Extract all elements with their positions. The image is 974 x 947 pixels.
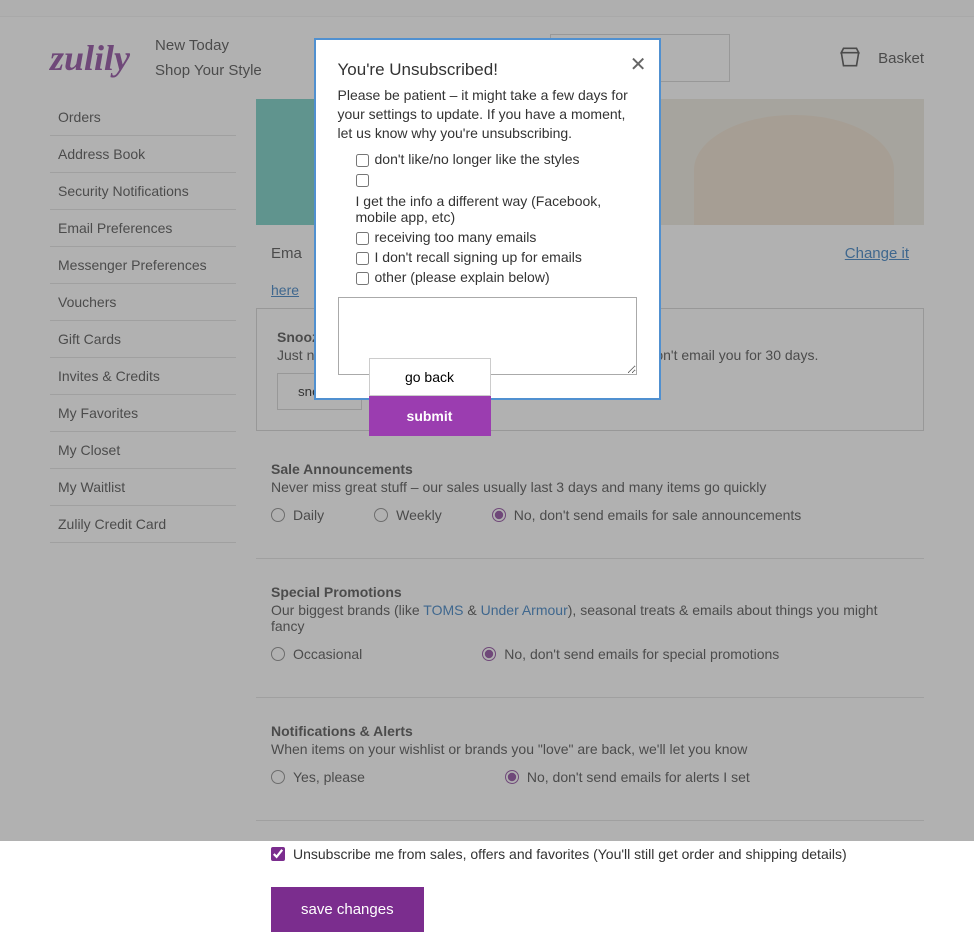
close-icon[interactable]: ✕ (630, 52, 647, 77)
modal-overlay: ✕ You're Unsubscribed! Please be patient… (0, 0, 974, 841)
reason-checkbox-dont-recall[interactable] (356, 252, 369, 265)
modal-title: You're Unsubscribed! (338, 60, 637, 80)
save-changes-button[interactable]: save changes (271, 887, 424, 932)
reason-label: other (please explain below) (375, 269, 550, 285)
submit-button[interactable]: submit (369, 396, 491, 436)
reason-checkbox-other[interactable] (356, 272, 369, 285)
reason-label: receiving too many emails (375, 229, 537, 245)
reason-label: don't like/no longer like the styles (375, 151, 580, 167)
reason-label: I get the info a different way (Facebook… (356, 193, 637, 225)
reason-checkbox-too-many[interactable] (356, 232, 369, 245)
unsubscribe-checkbox[interactable]: Unsubscribe me from sales, offers and fa… (271, 846, 909, 862)
unsubscribe-modal: ✕ You're Unsubscribed! Please be patient… (314, 38, 661, 400)
reason-checkbox-styles[interactable] (356, 154, 369, 167)
go-back-button[interactable]: go back (369, 358, 491, 396)
modal-text: Please be patient – it might take a few … (338, 86, 637, 143)
reason-label: I don't recall signing up for emails (375, 249, 582, 265)
reason-checkbox-other-way[interactable] (356, 174, 369, 187)
